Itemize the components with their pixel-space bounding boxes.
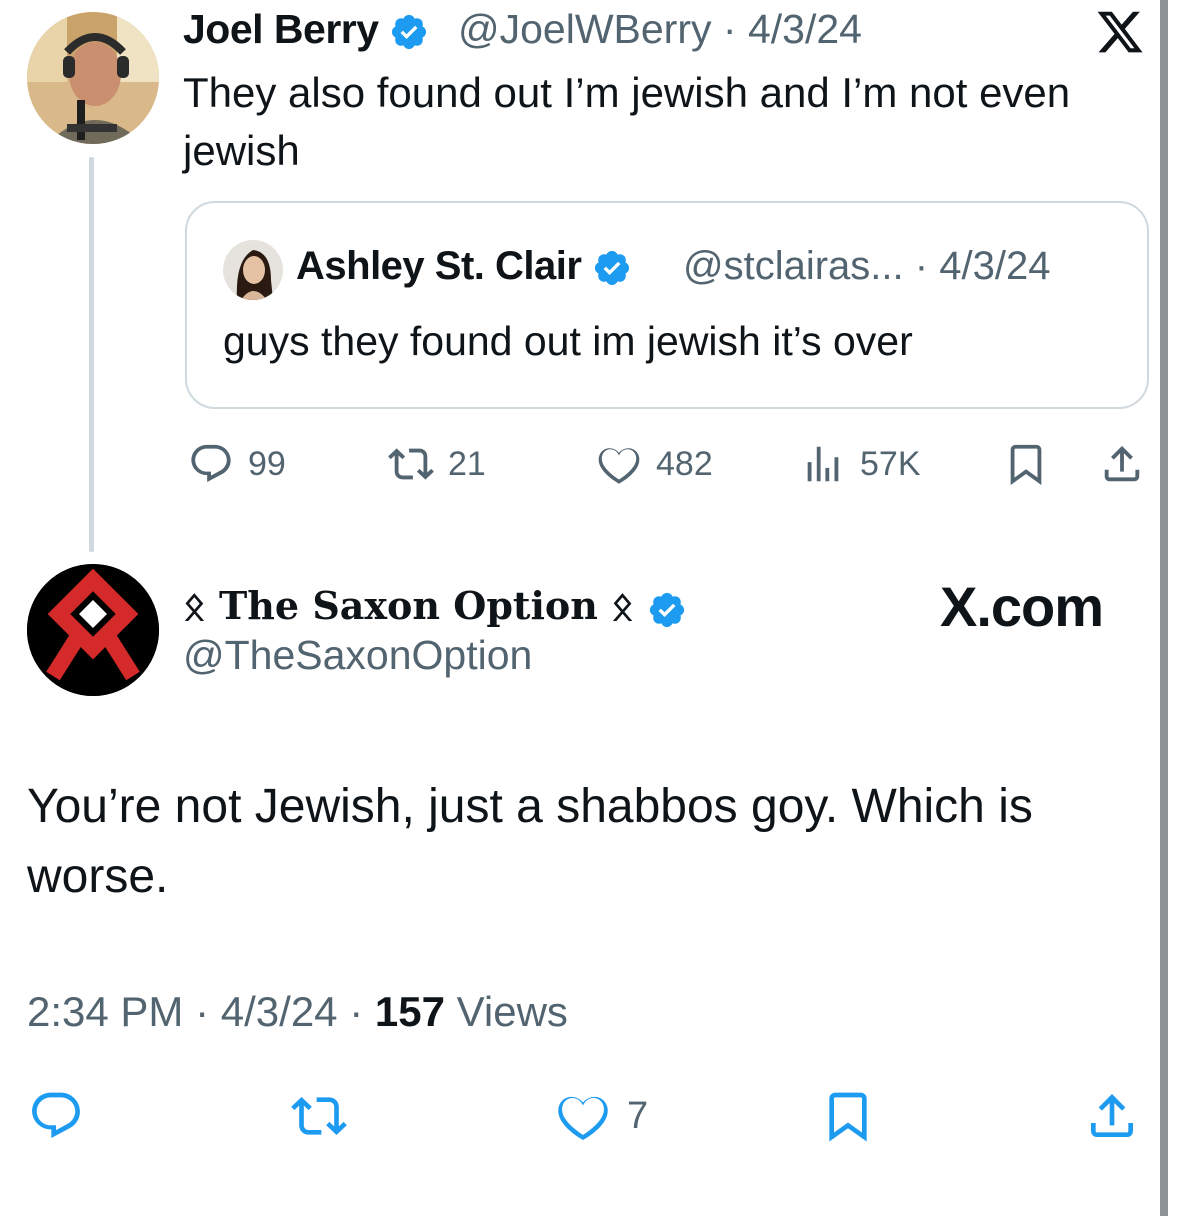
right-edge-border xyxy=(1160,0,1168,1216)
reply-button[interactable] xyxy=(28,1088,84,1144)
share-icon xyxy=(1104,445,1140,482)
meta-separator: · xyxy=(722,6,737,52)
bookmark-button[interactable] xyxy=(820,1088,876,1144)
quoted-author-name[interactable]: Ashley St. Clair xyxy=(296,244,632,289)
quoted-author-avatar[interactable] xyxy=(223,240,283,300)
views-button[interactable]: 57K xyxy=(800,440,921,488)
reply-button[interactable]: 99 xyxy=(188,440,286,488)
meta-separator: · xyxy=(195,988,210,1035)
repost-button[interactable]: 21 xyxy=(388,440,486,488)
reply-tweet-text: You’re not Jewish, just a shabbos goy. W… xyxy=(27,780,1033,903)
like-button[interactable]: 7 xyxy=(555,1088,648,1144)
repost-button[interactable] xyxy=(291,1088,347,1144)
like-button[interactable]: 482 xyxy=(596,440,713,488)
reply-icon xyxy=(32,1092,80,1138)
repost-icon xyxy=(291,1097,347,1135)
verified-badge-icon xyxy=(594,251,630,286)
views-count: 57K xyxy=(860,444,921,483)
share-button[interactable] xyxy=(1099,440,1145,488)
verified-badge-icon xyxy=(650,592,685,627)
tweet-date[interactable]: 4/3/24 xyxy=(748,6,862,52)
reply-tweet-meta: 2:34 PM · 4/3/24 · 157 Views xyxy=(27,988,568,1036)
tweet-date[interactable]: 4/3/24 xyxy=(221,988,338,1035)
thread-connector-line xyxy=(89,157,94,552)
author-handle[interactable]: @JoelWBerry xyxy=(458,6,712,52)
share-button[interactable] xyxy=(1084,1088,1140,1144)
reply-author-handle[interactable]: @TheSaxonOption xyxy=(183,632,532,679)
author-name-text[interactable]: Joel Berry xyxy=(183,6,379,52)
quoted-tweet-text: guys they found out im jewish it’s over xyxy=(223,318,913,364)
verified-badge-icon xyxy=(392,15,427,50)
tweet-text: They also found out I’m jewish and I’m n… xyxy=(183,69,1071,174)
author-name[interactable]: Joel Berry xyxy=(183,6,429,53)
like-count: 482 xyxy=(656,444,713,483)
like-count: 7 xyxy=(627,1094,649,1137)
views-label: Views xyxy=(456,988,568,1035)
bookmark-icon xyxy=(829,1092,867,1142)
like-icon xyxy=(558,1096,608,1141)
x-logo-icon[interactable] xyxy=(1094,7,1146,57)
saxon-option-avatar[interactable] xyxy=(27,564,159,696)
reply-author-name[interactable]: ᛟ The Saxon Option ᛟ xyxy=(183,583,687,630)
joel-berry-avatar[interactable] xyxy=(27,12,159,144)
author-meta: @JoelWBerry · 4/3/24 xyxy=(458,6,862,53)
meta-separator: · xyxy=(914,244,929,288)
quoted-tweet-card[interactable] xyxy=(185,201,1149,409)
meta-separator: · xyxy=(349,988,364,1035)
quoted-author-meta: @stclairas... · 4/3/24 xyxy=(683,244,1050,289)
bookmark-button[interactable] xyxy=(1003,440,1049,488)
quoted-author-name-text[interactable]: Ashley St. Clair xyxy=(296,244,582,288)
tweet-time[interactable]: 2:34 PM xyxy=(27,988,183,1035)
reply-author-name-text[interactable]: ᛟ The Saxon Option ᛟ xyxy=(183,583,634,628)
bookmark-icon xyxy=(1010,444,1042,485)
repost-icon xyxy=(388,448,434,480)
quoted-author-handle[interactable]: @stclairas... xyxy=(683,244,904,288)
like-icon xyxy=(598,448,640,484)
xcom-watermark-text: X.com xyxy=(940,575,1104,638)
xcom-watermark: X.com xyxy=(940,574,1104,639)
reply-icon xyxy=(191,444,231,483)
views-count: 157 xyxy=(374,988,445,1035)
repost-count: 21 xyxy=(448,444,486,483)
views-icon xyxy=(807,446,839,482)
reply-count: 99 xyxy=(248,444,286,483)
quoted-tweet-date[interactable]: 4/3/24 xyxy=(939,244,1050,288)
share-icon xyxy=(1091,1094,1133,1137)
